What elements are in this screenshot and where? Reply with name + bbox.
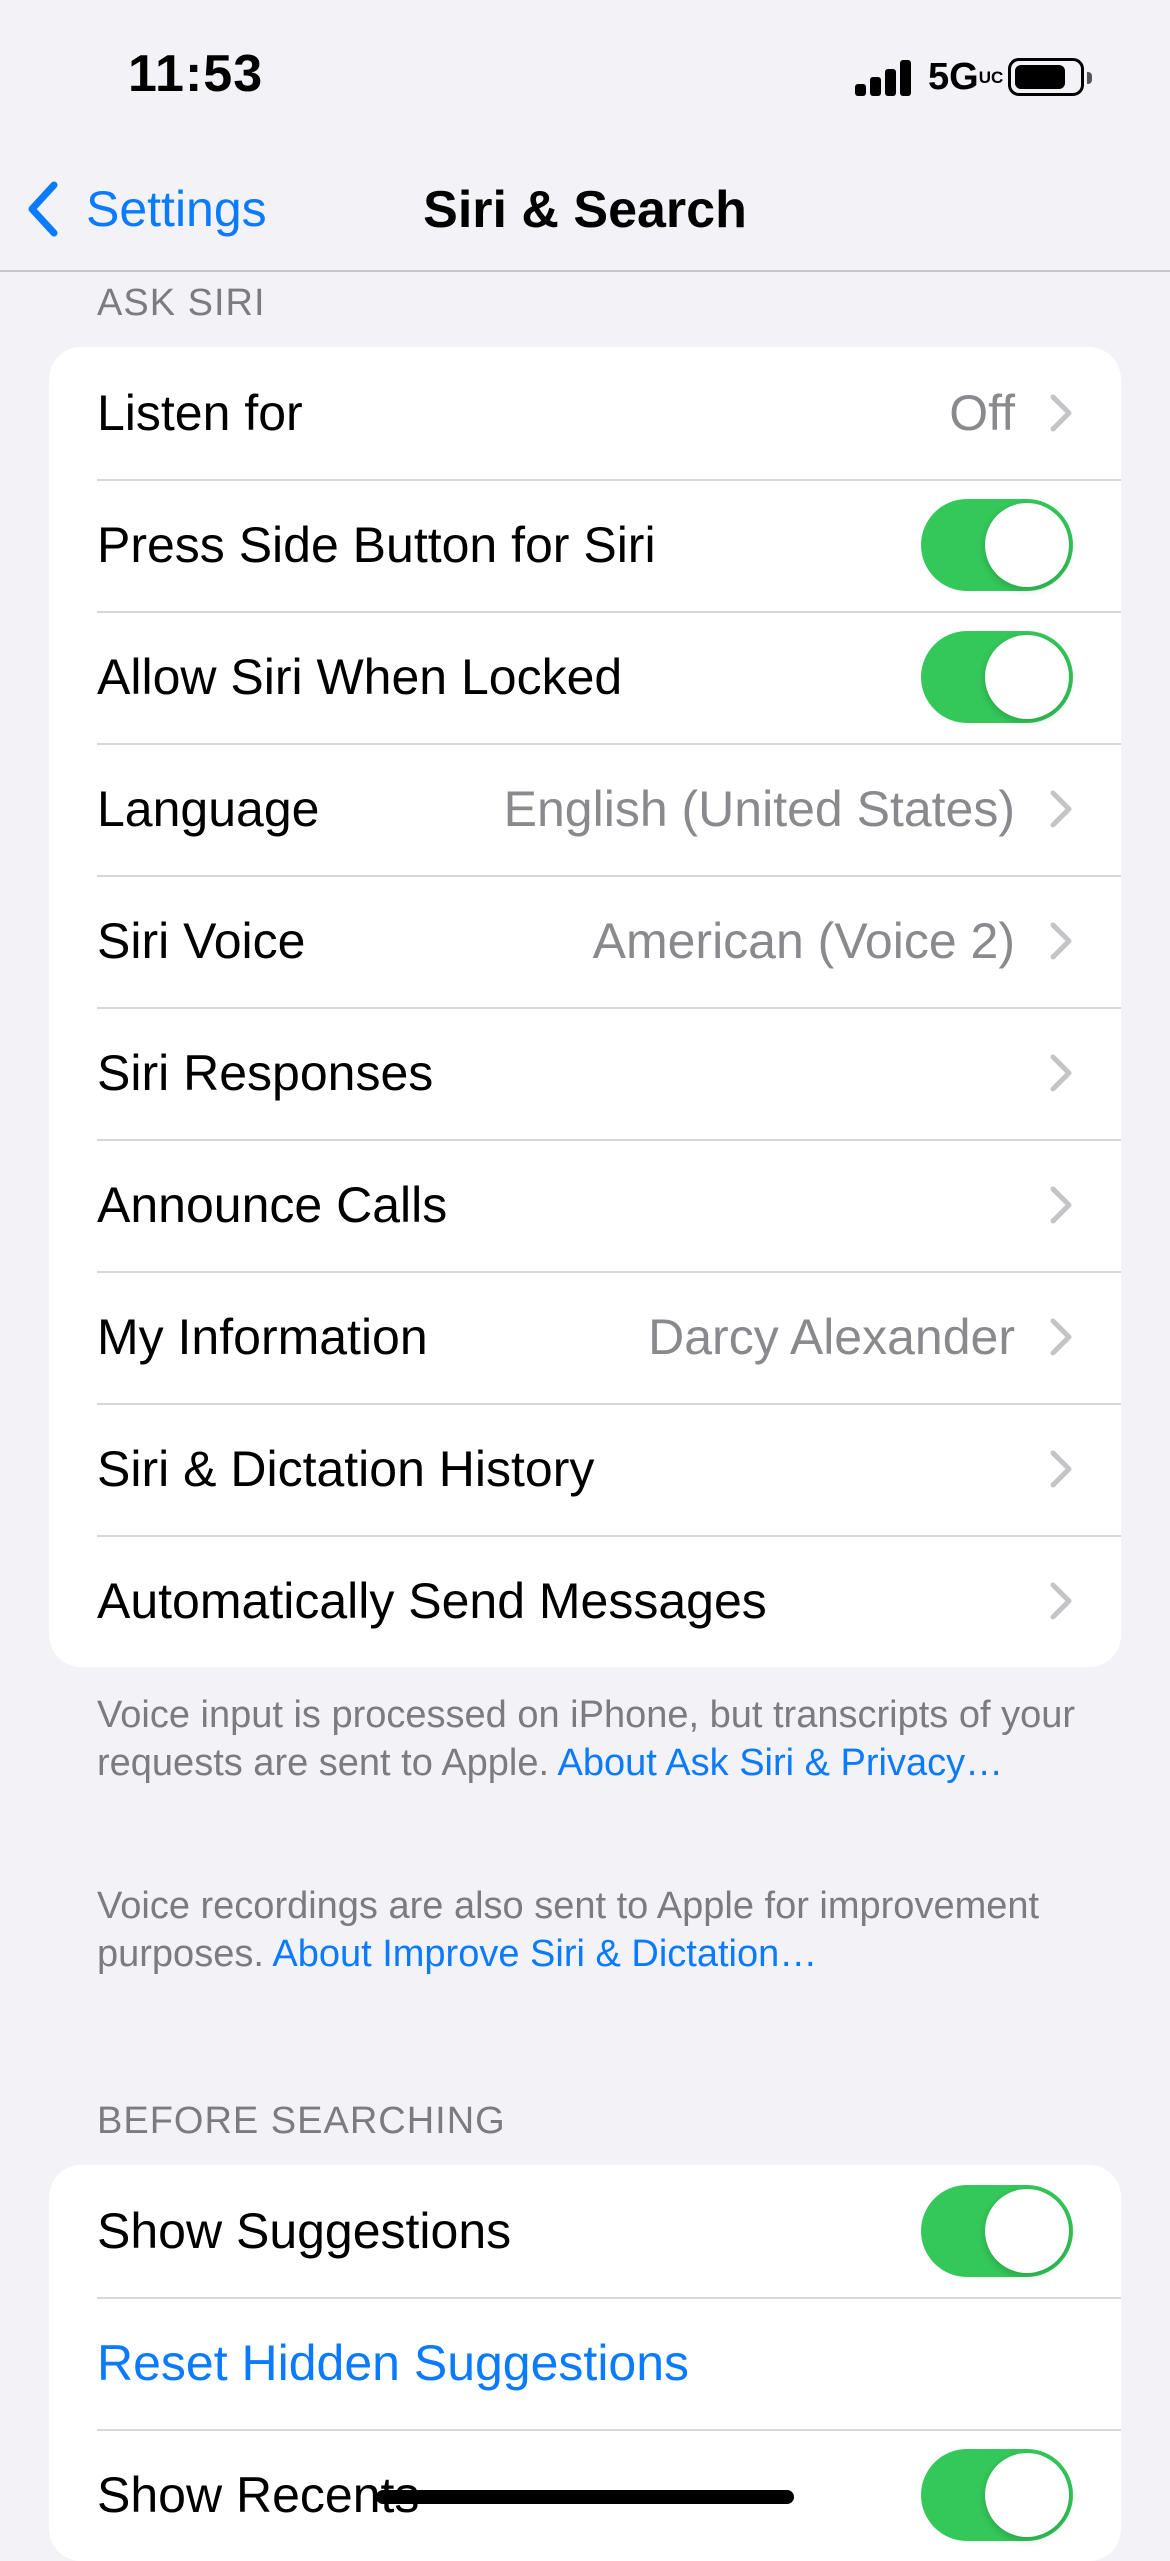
- row-reset-hidden-suggestions[interactable]: Reset Hidden Suggestions: [49, 2297, 1121, 2429]
- press-side-button-toggle[interactable]: [921, 499, 1073, 591]
- status-bar: 11:53 5GUC: [0, 0, 1170, 150]
- chevron-right-icon: [1050, 394, 1072, 432]
- allow-siri-locked-toggle[interactable]: [921, 631, 1073, 723]
- chevron-right-icon: [1050, 1318, 1072, 1356]
- reset-hidden-suggestions-button[interactable]: Reset Hidden Suggestions: [97, 2334, 689, 2392]
- row-label: Listen for: [97, 385, 303, 441]
- home-indicator[interactable]: [376, 2490, 794, 2504]
- status-time: 11:53: [128, 45, 264, 103]
- row-press-side-button: Press Side Button for Siri: [49, 479, 1121, 611]
- chevron-right-icon: [1050, 1582, 1072, 1620]
- about-ask-siri-privacy-link[interactable]: About Ask Siri & Privacy…: [558, 1742, 1004, 1784]
- chevron-right-icon: [1050, 1450, 1072, 1488]
- row-label: Siri & Dictation History: [97, 1441, 595, 1497]
- row-label: My Information: [97, 1309, 428, 1365]
- cellular-signal-icon: [855, 60, 913, 96]
- ask-siri-group: Listen for Off Press Side Button for Sir…: [49, 347, 1121, 1667]
- show-suggestions-toggle[interactable]: [921, 2185, 1073, 2277]
- row-siri-voice[interactable]: Siri Voice American (Voice 2): [49, 875, 1121, 1007]
- show-recents-toggle[interactable]: [921, 2449, 1073, 2541]
- row-value: American (Voice 2): [592, 913, 1015, 969]
- row-auto-send-messages[interactable]: Automatically Send Messages: [49, 1535, 1121, 1667]
- row-label: Automatically Send Messages: [97, 1573, 767, 1629]
- row-label: Show Suggestions: [97, 2203, 512, 2259]
- section-header-before-searching: BEFORE SEARCHING: [97, 2100, 506, 2142]
- row-show-suggestions: Show Suggestions: [49, 2165, 1121, 2297]
- chevron-right-icon: [1050, 1054, 1072, 1092]
- page-title: Siri & Search: [423, 181, 747, 239]
- row-my-information[interactable]: My Information Darcy Alexander: [49, 1271, 1121, 1403]
- battery-icon: [1008, 58, 1092, 96]
- network-badge: UC: [978, 68, 1004, 87]
- row-label: Siri Voice: [97, 913, 306, 969]
- chevron-right-icon: [1050, 790, 1072, 828]
- row-label: Announce Calls: [97, 1177, 448, 1233]
- about-improve-siri-link[interactable]: About Improve Siri & Dictation…: [272, 1933, 817, 1975]
- row-value: Off: [949, 385, 1015, 441]
- row-language[interactable]: Language English (United States): [49, 743, 1121, 875]
- row-dictation-history[interactable]: Siri & Dictation History: [49, 1403, 1121, 1535]
- row-label: Allow Siri When Locked: [97, 649, 623, 705]
- row-siri-responses[interactable]: Siri Responses: [49, 1007, 1121, 1139]
- row-label: Language: [97, 781, 320, 837]
- ask-siri-privacy-footer: Voice input is processed on iPhone, but …: [97, 1691, 1097, 1787]
- row-value: Darcy Alexander: [648, 1309, 1015, 1365]
- chevron-right-icon: [1050, 922, 1072, 960]
- row-label: Press Side Button for Siri: [97, 517, 656, 573]
- network-label: 5G: [928, 56, 979, 98]
- row-value: English (United States): [503, 781, 1015, 837]
- row-label: Siri Responses: [97, 1045, 434, 1101]
- row-listen-for[interactable]: Listen for Off: [49, 347, 1121, 479]
- navigation-bar: Settings Siri & Search: [0, 150, 1170, 272]
- chevron-right-icon: [1050, 1186, 1072, 1224]
- section-header-ask-siri: ASK SIRI: [97, 282, 266, 324]
- row-announce-calls[interactable]: Announce Calls: [49, 1139, 1121, 1271]
- row-allow-siri-locked: Allow Siri When Locked: [49, 611, 1121, 743]
- row-label: Show Recents: [97, 2467, 420, 2523]
- network-type: 5GUC: [928, 56, 1004, 99]
- improve-siri-footer: Voice recordings are also sent to Apple …: [97, 1882, 1097, 1978]
